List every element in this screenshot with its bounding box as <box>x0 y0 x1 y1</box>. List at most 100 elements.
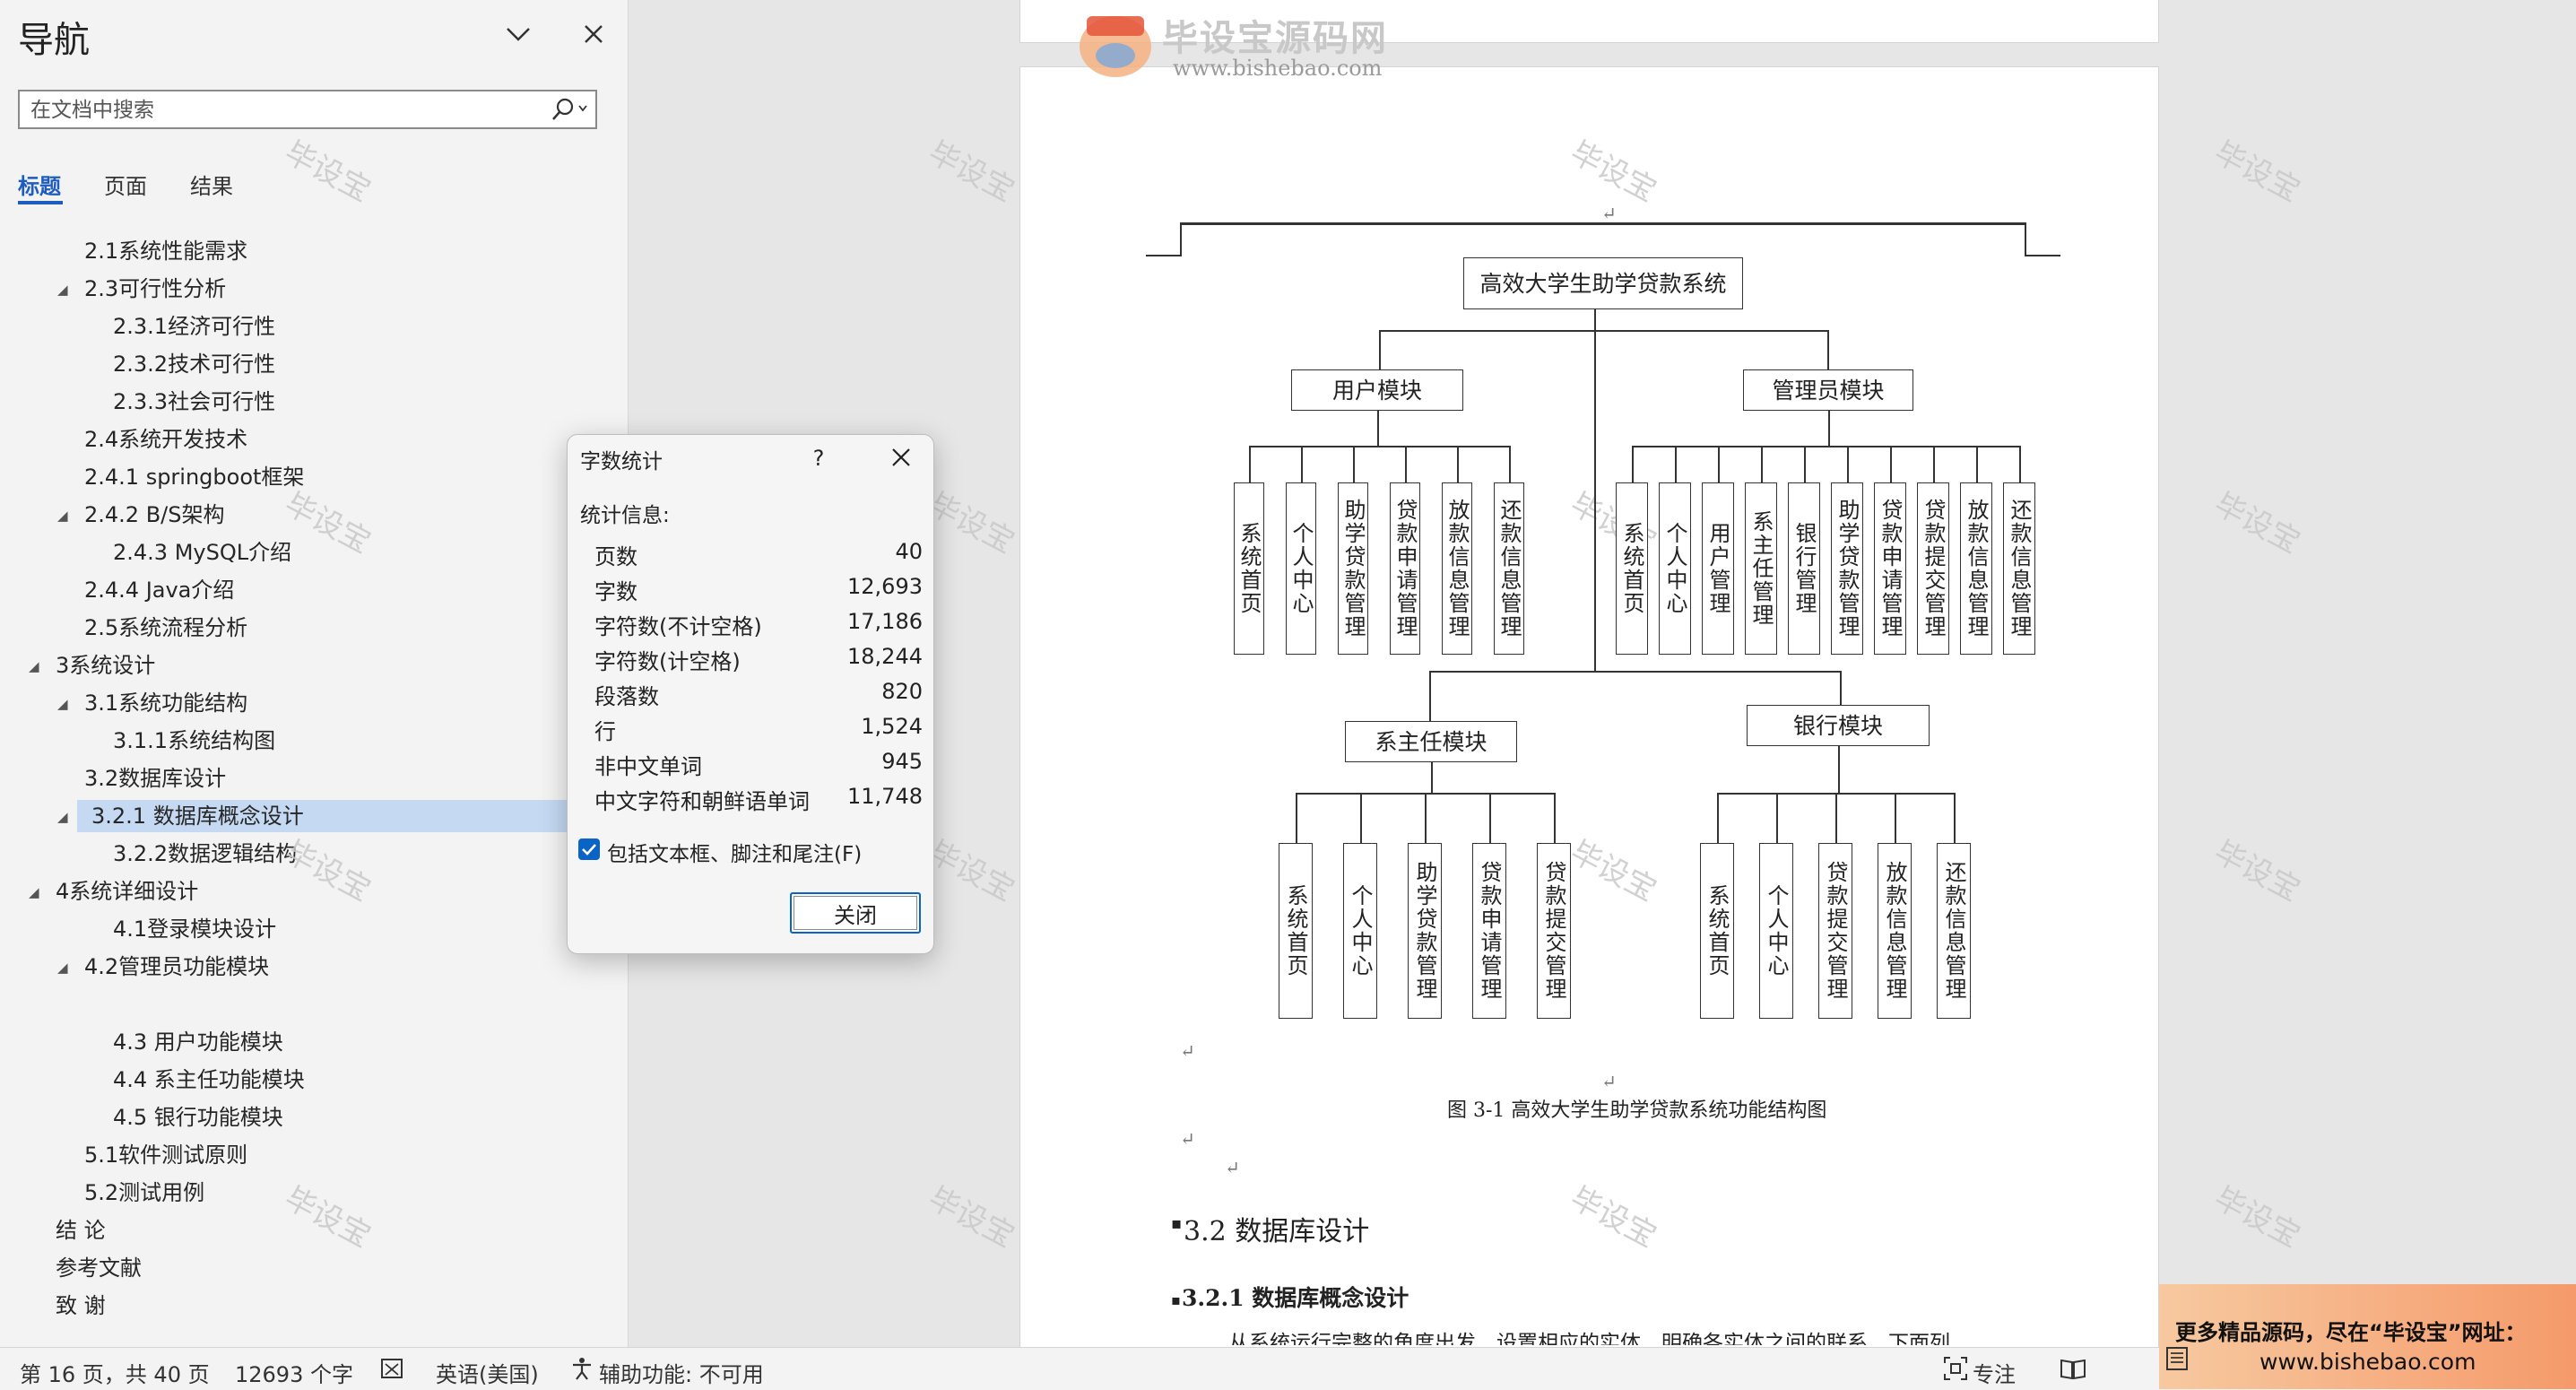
nav-heading-item[interactable]: 3.2.1 数据库概念设计 <box>77 800 568 832</box>
nav-heading-item[interactable]: 2.3.2技术可行性 <box>113 348 275 380</box>
include-textboxes-label[interactable]: 包括文本框、脚注和尾注(F) <box>607 837 862 867</box>
accessibility-status[interactable]: 辅助功能: 不可用 <box>599 1357 764 1388</box>
collapse-triangle-icon[interactable]: ◢ <box>57 696 68 712</box>
header-rule-tick <box>2025 222 2026 255</box>
language[interactable]: 英语(美国) <box>436 1357 539 1388</box>
promo-line-1: 更多精品源码，尽在“毕设宝”网址： <box>2175 1320 2527 1345</box>
close-icon[interactable] <box>577 18 610 50</box>
nav-heading-item[interactable]: 3系统设计 <box>56 649 155 682</box>
include-textboxes-checkbox[interactable] <box>578 838 600 860</box>
connector-line <box>1425 793 1427 843</box>
collapse-triangle-icon[interactable]: ◢ <box>57 960 68 976</box>
page-count[interactable]: 第 16 页，共 40 页 <box>20 1357 210 1388</box>
collapse-triangle-icon[interactable]: ◢ <box>29 884 39 900</box>
nav-heading-label: 参考文献 <box>56 1255 142 1281</box>
collapse-triangle-icon[interactable]: ◢ <box>57 809 68 825</box>
proofing-icon[interactable] <box>378 1355 407 1387</box>
connector-line <box>1895 793 1896 843</box>
nav-heading-item[interactable]: 4系统详细设计 <box>56 875 198 908</box>
nav-heading-item[interactable]: 2.4.3 MySQL介绍 <box>113 536 291 569</box>
navigation-pane: 导航 标题 页面 结果 2.1系统性能需求 2.3可行性分析 ◢ 2.3.1经济可行性… <box>0 0 629 1347</box>
module-box: 银行模块 <box>1747 705 1930 746</box>
stat-value: 11,748 <box>847 784 923 809</box>
function-box: 还款信息管理 <box>2003 482 2035 655</box>
chevron-down-icon[interactable] <box>502 18 534 50</box>
help-button[interactable]: ? <box>799 440 838 476</box>
function-box: 贷款申请管理 <box>1472 843 1506 1019</box>
nav-heading-item[interactable]: 致 谢 <box>56 1290 106 1322</box>
connector-line <box>1554 793 1556 843</box>
figure-caption: 图 3-1 高效大学生助学贷款系统功能结构图 <box>1447 1099 1827 1122</box>
paragraph-mark: ↵ <box>1601 203 1617 224</box>
connector-line <box>1301 446 1303 482</box>
search-icon[interactable] <box>545 95 590 124</box>
module-box: 系主任模块 <box>1345 721 1517 762</box>
function-box: 系统首页 <box>1700 843 1734 1019</box>
collapse-triangle-icon[interactable]: ◢ <box>29 658 39 674</box>
nav-heading-label: 4.2管理员功能模块 <box>84 954 270 979</box>
function-box: 贷款提交管理 <box>1818 843 1852 1019</box>
nav-heading-item[interactable]: 4.3 用户功能模块 <box>113 1026 283 1058</box>
nav-heading-item[interactable]: 2.5系统流程分析 <box>84 612 247 644</box>
word-count[interactable]: 12693 个字 <box>235 1357 353 1388</box>
connector-line <box>1718 446 1720 482</box>
nav-heading-label: 3.1系统功能结构 <box>84 691 248 716</box>
watermark-text: 毕设宝 <box>2207 833 2306 909</box>
nav-heading-item[interactable]: 4.5 银行功能模块 <box>113 1101 283 1134</box>
read-mode-icon[interactable] <box>2059 1355 2087 1387</box>
nav-heading-label: 2.5系统流程分析 <box>84 615 248 640</box>
header-rule-tick <box>1146 255 1182 256</box>
nav-heading-item[interactable]: 3.1.1系统结构图 <box>113 725 275 757</box>
nav-heading-label: 2.1系统性能需求 <box>84 239 248 264</box>
promo-url[interactable]: www.bishebao.com <box>2259 1349 2476 1375</box>
nav-heading-label: 5.2测试用例 <box>84 1180 205 1205</box>
nav-heading-item[interactable]: 结 论 <box>56 1214 106 1247</box>
tab-headings[interactable]: 标题 <box>18 169 61 200</box>
nav-heading-item[interactable]: 3.1系统功能结构 <box>84 687 247 719</box>
nav-heading-item[interactable]: 2.4.2 B/S架构 <box>84 499 224 531</box>
tab-pages[interactable]: 页面 <box>104 169 147 200</box>
heading-3-2: 3.2 数据库设计 <box>1184 1216 1370 1247</box>
stat-value: 18,244 <box>847 644 923 669</box>
nav-heading-item[interactable]: 3.2.2数据逻辑结构 <box>113 838 297 870</box>
nav-heading-item[interactable]: 2.3.1经济可行性 <box>113 310 275 343</box>
connector-line <box>1431 762 1433 793</box>
close-button[interactable]: 关闭 <box>790 892 921 934</box>
nav-heading-item[interactable]: 2.4系统开发技术 <box>84 423 247 456</box>
nav-heading-item[interactable]: 参考文献 <box>56 1252 142 1284</box>
nav-heading-label: 2.4系统开发技术 <box>84 427 248 452</box>
nav-heading-item[interactable]: 2.4.4 Java介绍 <box>84 574 234 606</box>
nav-heading-item[interactable]: 4.4 系主任功能模块 <box>113 1064 305 1096</box>
stat-value: 17,186 <box>847 609 923 634</box>
nav-heading-label: 2.3可行性分析 <box>84 276 227 301</box>
nav-heading-item[interactable]: 2.3.3社会可行性 <box>113 386 275 418</box>
connector-line <box>1249 446 1511 447</box>
nav-heading-item[interactable]: 2.4.1 springboot框架 <box>84 461 304 493</box>
collapse-triangle-icon[interactable]: ◢ <box>57 508 68 524</box>
print-layout-icon[interactable] <box>2164 1345 2190 1376</box>
nav-heading-item[interactable]: 4.2管理员功能模块 <box>84 951 269 983</box>
nav-heading-item[interactable]: 5.1软件测试原则 <box>84 1139 247 1171</box>
nav-heading-item[interactable]: 3.2数据库设计 <box>84 762 226 795</box>
nav-heading-label: 4.4 系主任功能模块 <box>113 1067 305 1092</box>
nav-heading-label: 2.4.3 MySQL介绍 <box>113 540 292 565</box>
nav-heading-label: 3.2.2数据逻辑结构 <box>113 841 298 866</box>
focus-mode-button[interactable]: 专注 <box>1973 1357 2016 1388</box>
connector-line <box>1379 330 1827 332</box>
promo-banner[interactable]: 更多精品源码，尽在“毕设宝”网址： www.bishebao.com <box>2159 1284 2576 1389</box>
stat-label: 页数 <box>594 544 637 569</box>
nav-heading-item[interactable]: 2.1系统性能需求 <box>84 235 247 267</box>
collapse-triangle-icon[interactable]: ◢ <box>57 282 68 298</box>
stat-value: 12,693 <box>847 574 923 599</box>
tab-results[interactable]: 结果 <box>190 169 233 200</box>
search-input[interactable] <box>29 95 552 126</box>
connector-line <box>1594 309 1596 672</box>
nav-heading-item[interactable]: 5.2测试用例 <box>84 1177 204 1209</box>
dialog-close-icon[interactable] <box>881 440 921 476</box>
nav-heading-item[interactable]: 4.1登录模块设计 <box>113 913 276 945</box>
connector-line <box>1632 446 2021 447</box>
connector-line <box>1838 746 1840 793</box>
paragraph-mark: ↵ <box>1601 1071 1617 1092</box>
nav-heading-item[interactable]: 2.3可行性分析 <box>84 273 226 305</box>
stat-value: 820 <box>881 679 923 704</box>
